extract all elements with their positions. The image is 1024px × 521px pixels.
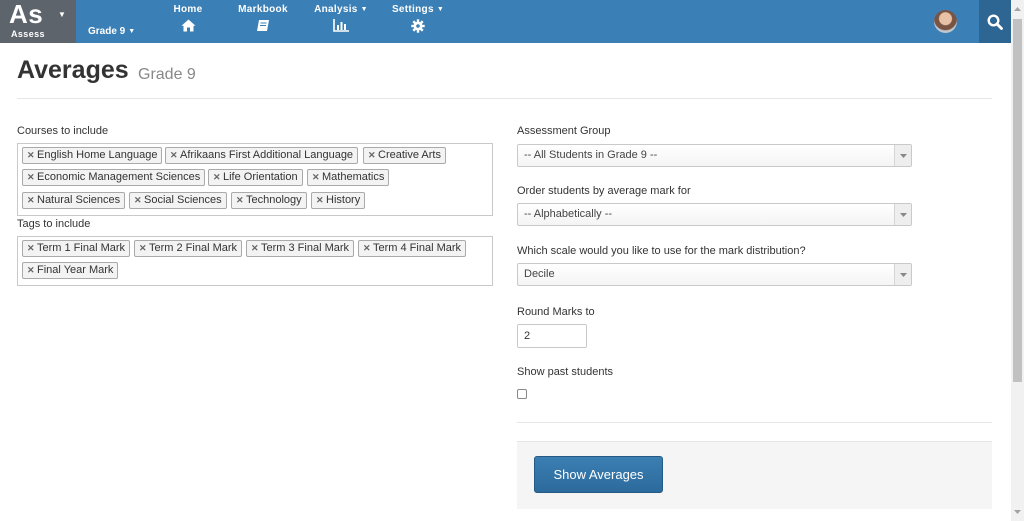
header-divider bbox=[17, 98, 992, 99]
order-by-select[interactable]: -- Alphabetically -- bbox=[517, 203, 912, 226]
remove-tag-icon[interactable]: ✕ bbox=[139, 241, 147, 256]
scroll-up-arrow-icon[interactable] bbox=[1011, 2, 1024, 16]
course-tag: ✕ History bbox=[311, 192, 366, 209]
course-tag: ✕ Technology bbox=[231, 192, 307, 209]
page-scrollbar[interactable] bbox=[1011, 0, 1024, 521]
remove-tag-icon[interactable]: ✕ bbox=[236, 193, 244, 208]
course-tag: ✕ Economic Management Sciences bbox=[22, 169, 206, 186]
user-avatar[interactable] bbox=[934, 10, 957, 33]
search-icon bbox=[987, 13, 1003, 30]
mark-tag: ✕ Final Year Mark bbox=[22, 262, 119, 279]
brand-logo-text: As bbox=[9, 0, 44, 29]
top-navbar: As ▼ Assess Grade 9 ▼ Home Markbook Analy… bbox=[0, 0, 1011, 43]
courses-multiselect[interactable]: ✕ English Home Language ✕ Afrikaans First … bbox=[17, 143, 493, 216]
tags-label: Tags to include bbox=[17, 218, 91, 230]
brand-caret-icon: ▼ bbox=[58, 10, 66, 19]
select-arrow-icon bbox=[899, 272, 907, 277]
gear-icon bbox=[411, 19, 425, 33]
show-past-checkbox[interactable] bbox=[517, 389, 527, 399]
mark-tag: ✕ Term 1 Final Mark bbox=[22, 240, 131, 257]
show-past-label: Show past students bbox=[517, 366, 614, 378]
grade-dropdown[interactable]: Grade 9 ▼ bbox=[88, 26, 135, 37]
scroll-down-arrow-icon[interactable] bbox=[1011, 505, 1024, 519]
courses-label: Courses to include bbox=[17, 125, 109, 137]
remove-tag-icon[interactable]: ✕ bbox=[27, 170, 35, 185]
remove-tag-icon[interactable]: ✕ bbox=[27, 241, 35, 256]
remove-tag-icon[interactable]: ✕ bbox=[170, 148, 178, 163]
course-tag: ✕ Mathematics bbox=[307, 169, 390, 186]
chevron-down-icon: ▼ bbox=[360, 6, 368, 13]
remove-tag-icon[interactable]: ✕ bbox=[27, 193, 35, 208]
nav-markbook[interactable]: Markbook bbox=[236, 4, 290, 32]
nav-markbook-label: Markbook bbox=[238, 4, 288, 15]
round-marks-label: Round Marks to bbox=[517, 306, 595, 318]
nav-home-label: Home bbox=[173, 4, 203, 15]
remove-tag-icon[interactable]: ✕ bbox=[316, 193, 324, 208]
app-brand[interactable]: As ▼ Assess bbox=[0, 0, 76, 43]
tags-multiselect[interactable]: ✕ Term 1 Final Mark ✕ Term 2 Final Mark ✕ T… bbox=[17, 236, 493, 286]
select-arrow-icon bbox=[899, 153, 907, 158]
brand-name: Assess bbox=[11, 29, 45, 39]
remove-tag-icon[interactable]: ✕ bbox=[213, 170, 221, 185]
course-tag: ✕ Life Orientation bbox=[208, 169, 303, 186]
scale-value: Decile bbox=[524, 268, 555, 280]
course-tag: ✕ English Home Language bbox=[22, 147, 163, 164]
course-tag: ✕ Creative Arts bbox=[363, 147, 446, 164]
scale-select[interactable]: Decile bbox=[517, 263, 912, 286]
page-title: Averages bbox=[17, 56, 129, 84]
remove-tag-icon[interactable]: ✕ bbox=[251, 241, 259, 256]
course-tag: ✕ Social Sciences bbox=[129, 192, 227, 209]
nav-analysis[interactable]: Analysis ▼ bbox=[312, 4, 370, 32]
remove-tag-icon[interactable]: ✕ bbox=[27, 263, 35, 278]
nav-settings-label: Settings bbox=[391, 4, 434, 15]
mark-tag: ✕ Term 4 Final Mark bbox=[358, 240, 467, 257]
assessment-group-select[interactable]: -- All Students in Grade 9 -- bbox=[517, 144, 912, 167]
remove-tag-icon[interactable]: ✕ bbox=[134, 193, 142, 208]
mark-tag: ✕ Term 3 Final Mark bbox=[246, 240, 355, 257]
grade-dropdown-label: Grade 9 bbox=[88, 26, 126, 37]
order-by-label: Order students by average mark for bbox=[517, 185, 691, 197]
scale-label: Which scale would you like to use for th… bbox=[517, 245, 806, 257]
scrollbar-thumb[interactable] bbox=[1013, 19, 1022, 382]
nav-settings[interactable]: Settings ▼ bbox=[390, 4, 446, 33]
bar-chart-icon bbox=[333, 19, 349, 32]
form-divider bbox=[517, 422, 992, 423]
nav-analysis-label: Analysis bbox=[314, 4, 358, 15]
book-icon bbox=[257, 20, 269, 31]
chevron-down-icon: ▼ bbox=[128, 28, 136, 35]
chevron-down-icon: ▼ bbox=[436, 6, 445, 13]
nav-home[interactable]: Home bbox=[172, 4, 204, 32]
page-subtitle: Grade 9 bbox=[138, 66, 196, 83]
remove-tag-icon[interactable]: ✕ bbox=[312, 170, 320, 185]
show-averages-button[interactable]: Show Averages bbox=[534, 456, 663, 493]
mark-tag: ✕ Term 2 Final Mark bbox=[134, 240, 243, 257]
course-tag: ✕ Afrikaans First Additional Language bbox=[165, 147, 359, 164]
remove-tag-icon[interactable]: ✕ bbox=[368, 148, 376, 163]
round-marks-input[interactable] bbox=[517, 324, 587, 348]
order-by-value: -- Alphabetically -- bbox=[524, 208, 613, 220]
home-icon bbox=[181, 19, 195, 32]
search-button[interactable] bbox=[979, 0, 1011, 43]
assessment-group-label: Assessment Group bbox=[517, 125, 611, 137]
select-arrow-icon bbox=[899, 212, 907, 217]
assessment-group-value: -- All Students in Grade 9 -- bbox=[524, 149, 658, 161]
remove-tag-icon[interactable]: ✕ bbox=[363, 241, 371, 256]
course-tag: ✕ Natural Sciences bbox=[22, 192, 126, 209]
remove-tag-icon[interactable]: ✕ bbox=[27, 148, 35, 163]
